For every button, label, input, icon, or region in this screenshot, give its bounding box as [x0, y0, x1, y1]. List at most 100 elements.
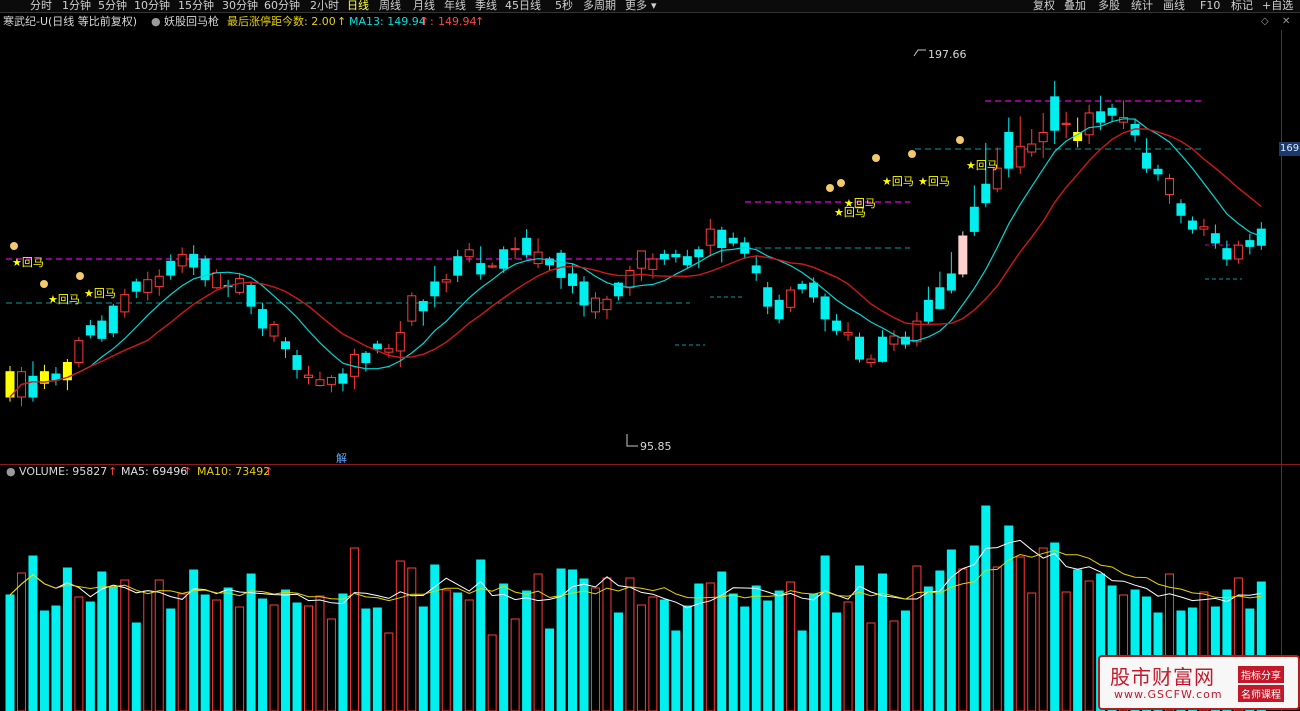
candle-body: [315, 379, 325, 386]
volume-bar: [636, 604, 646, 711]
tab-14[interactable]: 5秒: [555, 0, 573, 12]
volume-bar: [579, 578, 589, 711]
volume-bar: [1015, 556, 1025, 711]
candle-body: [1061, 122, 1071, 125]
tab-11[interactable]: 年线: [444, 0, 466, 12]
volume-bar: [5, 594, 15, 711]
volume-bar: [763, 600, 773, 711]
watermark-logo: 股市财富网 www.GSCFW.com 指标分享 名师课程: [1098, 655, 1300, 710]
candle-body: [154, 275, 164, 288]
volume-bar: [923, 586, 933, 711]
volume-bar: [556, 568, 566, 711]
toolbar-button-5[interactable]: F10: [1200, 0, 1220, 12]
volume-label: VOLUME: 95827: [19, 465, 108, 478]
candle-body: [28, 375, 38, 398]
volume-bar: [1050, 542, 1060, 711]
candle-body: [590, 297, 600, 313]
candle-body: [384, 348, 394, 353]
volume-bar: [487, 634, 497, 711]
candle-body: [1107, 107, 1117, 116]
candle-body: [969, 206, 979, 232]
volume-bar: [384, 632, 394, 711]
candle-body: [1153, 168, 1163, 175]
tab-1[interactable]: 1分钟: [62, 0, 91, 12]
price-chart[interactable]: ★回马★回马 ★回马★回马★回马★回马 ★回马★回马197.6695.85解: [0, 30, 1280, 463]
signal-label-1: ★回马: [48, 293, 80, 306]
indicator-toggle-icon[interactable]: ●: [151, 13, 161, 31]
tab-4[interactable]: 15分钟: [178, 0, 214, 12]
tab-0[interactable]: 分时: [30, 0, 52, 12]
candle-body: [85, 325, 95, 336]
volume-bar: [28, 555, 38, 711]
candle-body: [671, 253, 681, 258]
candle-body: [131, 281, 141, 292]
signal-label-2: ★回马: [84, 287, 116, 300]
toolbar-button-3[interactable]: 统计: [1131, 0, 1153, 12]
candle-body: [1245, 240, 1255, 247]
volume-bar: [407, 567, 417, 711]
tab-12[interactable]: 季线: [475, 0, 497, 12]
hand-pointer-icon: [908, 150, 916, 158]
volume-bar: [74, 596, 84, 711]
tab-2[interactable]: 5分钟: [98, 0, 127, 12]
tab-6[interactable]: 60分钟: [264, 0, 300, 12]
candle-body: [923, 299, 933, 322]
tab-10[interactable]: 月线: [413, 0, 435, 12]
candle-body: [843, 332, 853, 336]
volume-toggle-icon[interactable]: ●: [6, 464, 16, 480]
tab-5[interactable]: 30分钟: [222, 0, 258, 12]
candle-body: [1233, 244, 1243, 260]
limit-arrow-icon: ↑: [337, 15, 347, 28]
tab-13[interactable]: 45日线: [505, 0, 541, 12]
candle-body: [361, 352, 371, 363]
panel-close-icon[interactable]: ✕: [1282, 13, 1290, 31]
volume-bar: [969, 545, 979, 711]
candle-body: [866, 358, 876, 363]
hand-pointer-icon: [837, 179, 845, 187]
toolbar-button-0[interactable]: 复权: [1033, 0, 1055, 12]
volume-bar: [223, 587, 233, 711]
candle-body: [1084, 112, 1094, 136]
tab-8[interactable]: 日线: [347, 0, 369, 12]
volume-bar: [900, 610, 910, 711]
candle-body: [889, 335, 899, 345]
candle-body: [269, 324, 279, 337]
candle-body: [832, 320, 842, 331]
toolbar-button-7[interactable]: +自选: [1262, 0, 1293, 12]
toolbar-button-6[interactable]: 标记: [1231, 0, 1253, 12]
toolbar-button-4[interactable]: 画线: [1163, 0, 1185, 12]
toolbar-button-1[interactable]: 叠加: [1064, 0, 1086, 12]
tab-7[interactable]: 2小时: [310, 0, 339, 12]
stock-title[interactable]: 寒武纪-U(日线 等比前复权): [3, 13, 137, 31]
candle-body: [212, 272, 222, 289]
volume-bar: [246, 573, 256, 711]
unlock-label: 解: [336, 451, 347, 463]
indicator-name[interactable]: 妖股回马枪: [164, 13, 219, 31]
candle-body: [602, 298, 612, 311]
price-axis[interactable]: [1281, 30, 1300, 711]
volume-bar: [258, 598, 268, 711]
volume-bar: [85, 601, 95, 711]
candle-body: [1142, 152, 1152, 169]
volume-bar: [671, 630, 681, 711]
candle-body: [120, 294, 130, 313]
panel-collapse-icon[interactable]: ◇: [1261, 13, 1269, 31]
volume-bar: [533, 573, 543, 711]
candle-body: [728, 237, 738, 244]
candle-body: [487, 265, 497, 268]
toolbar-button-2[interactable]: 多股: [1098, 0, 1120, 12]
tab-9[interactable]: 周线: [379, 0, 401, 12]
volume-arrow-icon: ↑: [108, 465, 118, 478]
tab-15[interactable]: 多周期: [583, 0, 616, 12]
volume-chart[interactable]: [0, 480, 1280, 711]
watermark-tag2: 名师课程: [1238, 685, 1284, 702]
volume-bar: [613, 612, 623, 711]
tab-16[interactable]: 更多: [625, 0, 647, 12]
tab-3[interactable]: 10分钟: [134, 0, 170, 12]
candle-body: [1199, 226, 1209, 230]
candle-body: [694, 249, 704, 258]
candle-body: [774, 299, 784, 320]
more-dropdown-icon[interactable]: ▾: [651, 0, 657, 12]
volume-bar: [303, 605, 313, 711]
price-badge: 169: [1279, 142, 1300, 156]
